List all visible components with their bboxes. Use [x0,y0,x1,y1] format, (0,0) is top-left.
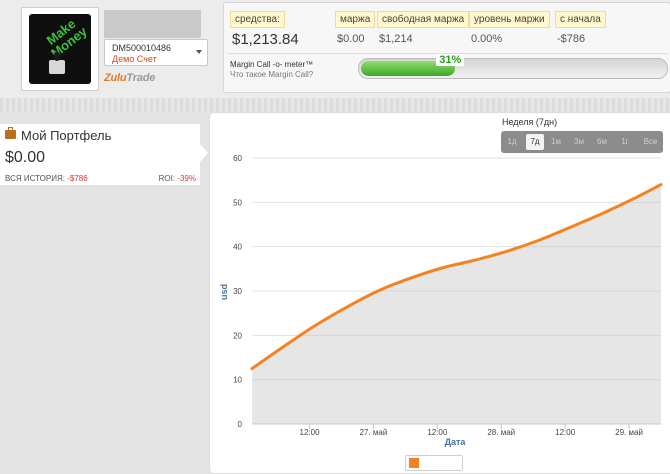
avatar-text: Make Money [43,15,90,61]
history-label: ВСЯ ИСТОРИЯ: [5,174,65,183]
stat-value: -$786 [557,33,586,45]
account-id: DM500010486 [112,43,172,53]
legend-swatch [409,458,419,468]
period-button-6m[interactable]: 6м [593,134,611,150]
y-tick-label: 20 [233,331,242,340]
x-tick-label: 12:00 [555,428,576,437]
margin-call-meter [358,58,668,79]
account-selector[interactable]: DM500010486 Демо Счет [104,39,208,66]
x-tick-label: 12:00 [427,428,448,437]
margin-call-help-link[interactable]: Что такое Margin Call? [230,70,313,79]
x-tick-label: 27. май [360,428,388,437]
chart-area-fill [252,184,661,424]
stat-label: свободная маржа [377,11,470,28]
x-tick-label: 28. май [487,428,515,437]
portfolio-title: Мой Портфель [21,128,112,143]
stat-label: с начала [555,11,606,28]
portfolio-roi: ROI: -39% [159,174,196,183]
portfolio-history: ВСЯ ИСТОРИЯ: -$786 [5,174,88,183]
y-tick-label: 40 [233,243,242,252]
stat-free-margin: свободная маржа $1,214 [377,9,470,45]
y-tick-label: 0 [238,420,243,429]
margin-call-title: Margin Call -o- meter™ [230,60,314,69]
y-axis-title: usd [219,284,229,300]
chevron-down-icon [196,50,202,54]
period-button-1y[interactable]: 1г [616,134,634,150]
x-axis-title: Дата [445,437,467,447]
avatar-image: Make Money [29,14,91,84]
zulutrade-logo[interactable]: ZuluTrade [104,72,155,84]
stat-label: маржа [335,11,376,28]
stat-since-start: с начала -$786 [555,9,606,45]
roi-label: ROI: [158,174,176,183]
x-axis-ticks: 12:00 27. май 12:00 28. май 12:00 29. май [300,424,643,437]
legend-item[interactable] [405,455,463,471]
stat-value: 0.00% [471,33,503,45]
history-value: -$786 [67,174,88,183]
briefcase-icon [5,127,16,139]
period-button-3m[interactable]: 3м [570,134,588,150]
x-tick-label: 29. май [615,428,643,437]
account-name-placeholder [104,10,201,38]
header-divider-stripes [0,98,670,112]
period-button-1d[interactable]: 1д [503,134,521,150]
stat-label: средства: [230,11,285,28]
stat-value: $0.00 [337,33,365,45]
stat-label: уровень маржи [469,11,550,28]
account-type: Демо Счет [112,54,157,64]
x-tick-label: 12:00 [300,428,321,437]
y-tick-label: 50 [233,198,242,207]
portfolio-value: $0.00 [5,149,46,166]
stat-equity: средства: $1,213.84 [230,9,299,48]
y-tick-label: 60 [233,154,242,163]
y-tick-label: 10 [233,376,242,385]
logo-trade: Trade [126,72,156,84]
roi-value: -39% [177,174,196,183]
portfolio-card[interactable]: Мой Портфель $0.00 ВСЯ ИСТОРИЯ: -$786 RO… [0,124,208,186]
y-tick-label: 30 [233,287,242,296]
period-button-all[interactable]: Все [640,134,661,150]
stat-margin: маржа $0.00 [335,9,376,45]
avatar[interactable]: Make Money [21,7,99,91]
stat-margin-level: уровень маржи 0.00% [469,9,550,45]
joystick-icon [49,52,65,74]
period-button-1m[interactable]: 1м [547,134,565,150]
y-axis-ticks: 0 10 20 30 40 50 60 [233,154,242,429]
equity-chart: 0102030405060 12:00 27. май 12:00 28. май 12… [219,154,663,447]
stats-panel: средства: $1,213.84 маржа $0.00 свободна… [223,2,670,93]
period-title: Неделя (7дн) [502,117,558,127]
stat-value: $1,213.84 [232,31,299,48]
period-button-7d[interactable]: 7д [526,134,544,150]
stat-value: $1,214 [379,33,413,45]
logo-zulu: Zulu [104,72,127,84]
margin-call-percent: 31% [436,54,465,66]
